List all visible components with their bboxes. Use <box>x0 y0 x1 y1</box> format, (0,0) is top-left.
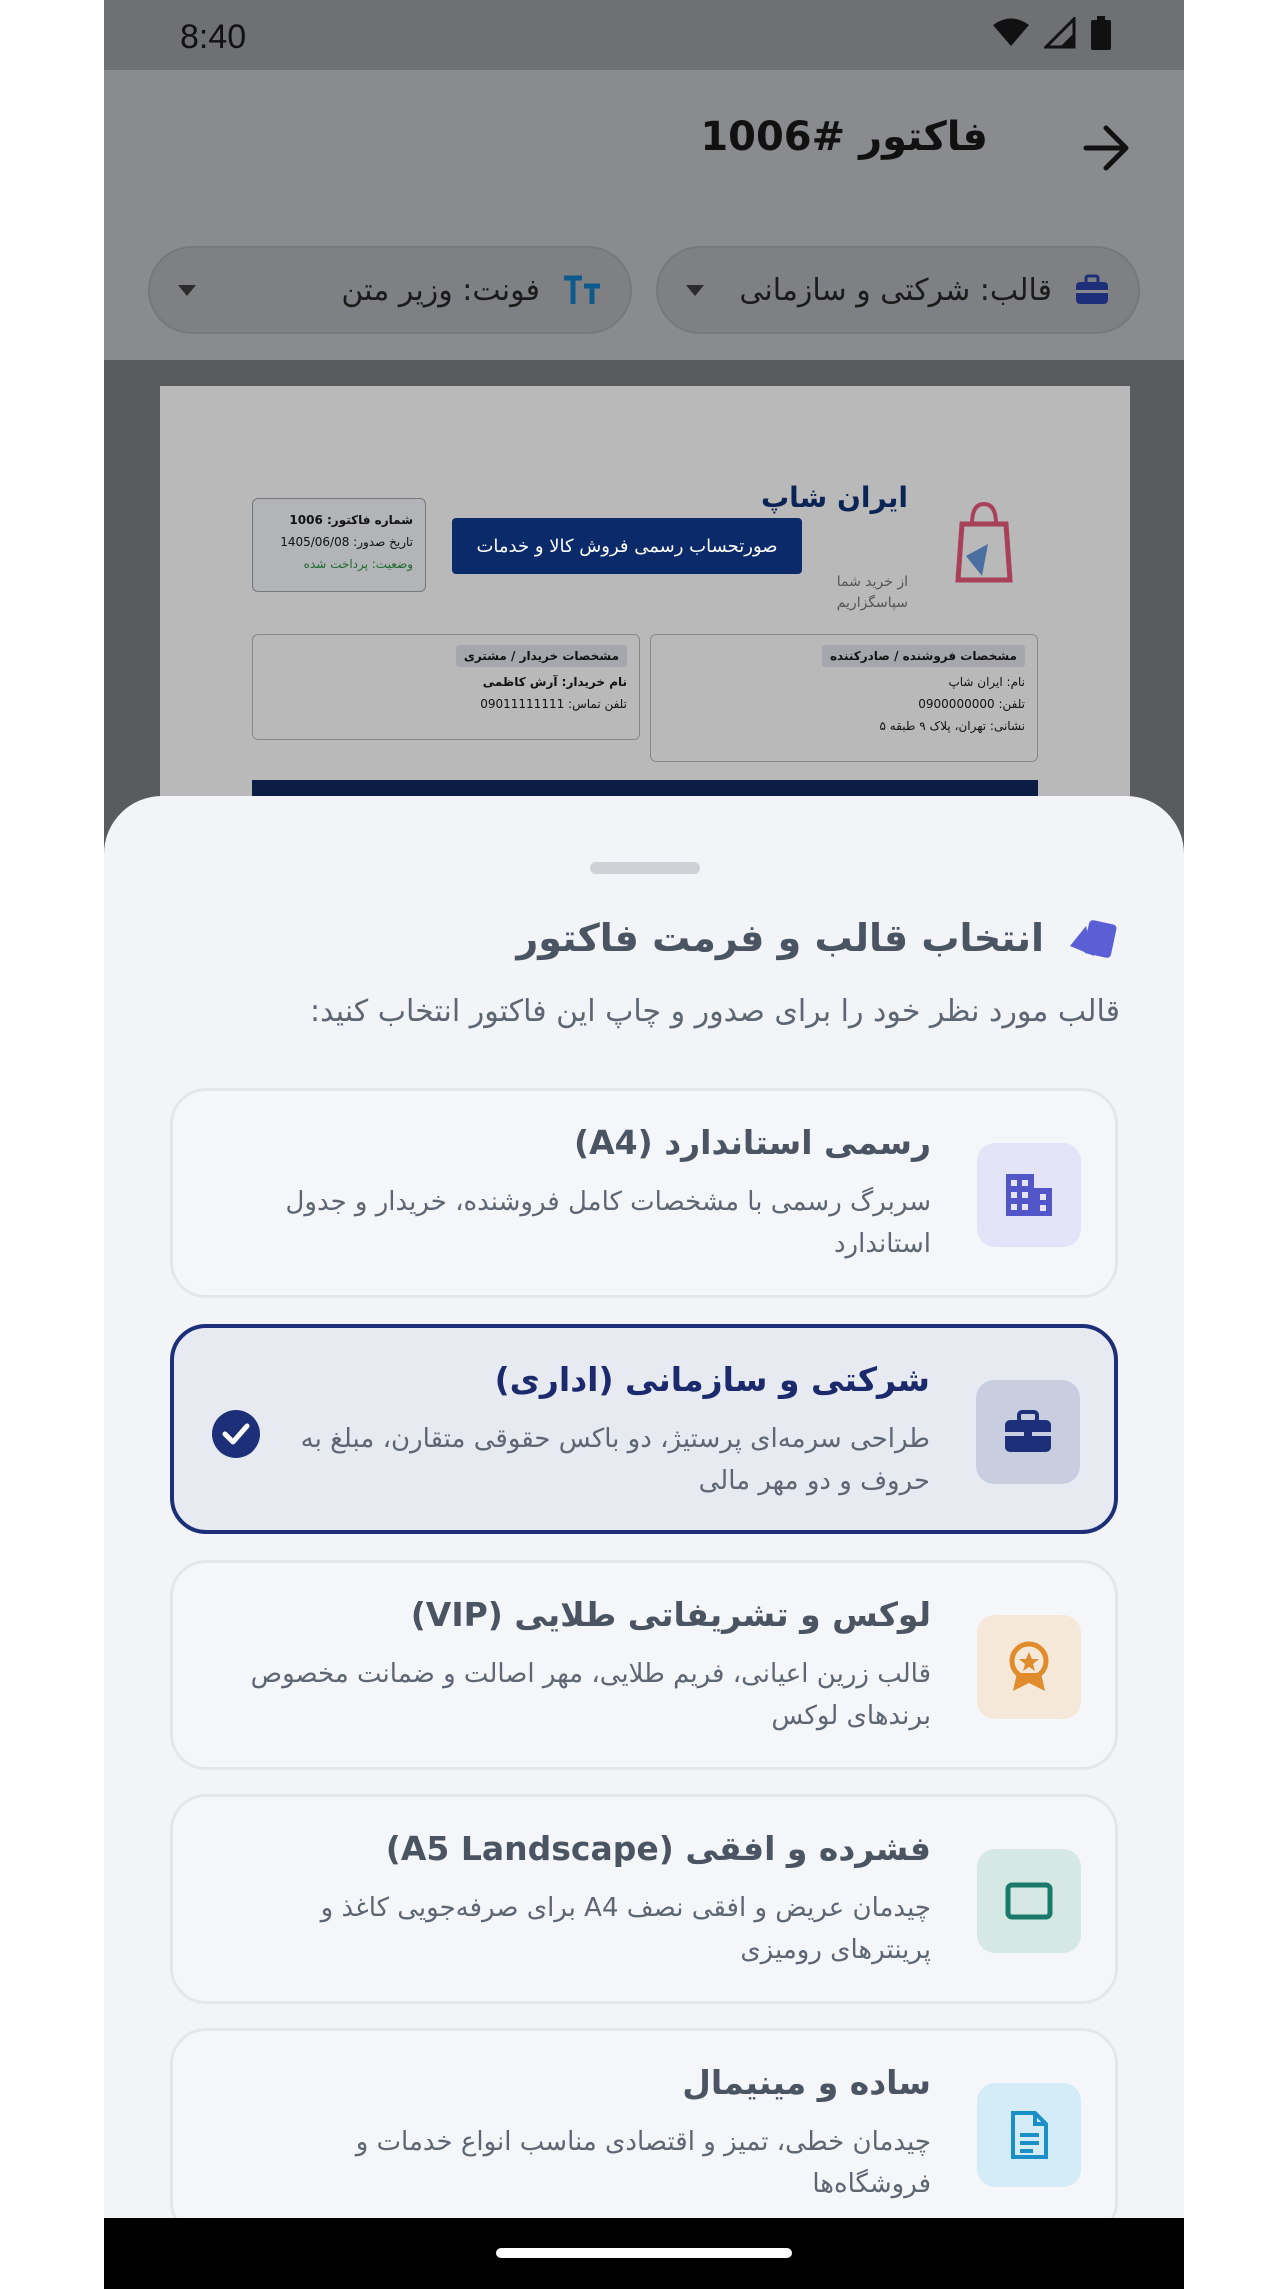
seller-address: نشانی: تهران، پلاک ۹ طبقه ۵ <box>879 719 1026 733</box>
selected-check-icon <box>212 1410 260 1458</box>
option-description: چیدمان عریض و افقی نصف A4 برای صرفه‌جویی… <box>320 1893 931 1965</box>
invoice-preview: ایران شاپ از خرید شما سپاسگزاریم صورتحسا… <box>104 360 1184 906</box>
system-nav-bar <box>104 2218 1184 2289</box>
template-selector-chip[interactable]: قالب: شرکتی و سازمانی <box>656 246 1140 334</box>
sheet-subtitle: قالب مورد نظر خود را برای صدور و چاپ این… <box>309 994 1120 1029</box>
option-icon-box <box>977 1849 1081 1953</box>
home-indicator[interactable] <box>496 2248 792 2258</box>
document-icon <box>1011 2111 1048 2159</box>
status-bar: 8:40 <box>104 0 1184 70</box>
briefcase-icon <box>1005 1410 1051 1452</box>
seller-phone: تلفن: 0900000000 <box>918 697 1025 711</box>
option-description: سربرگ رسمی با مشخصات کامل فروشنده، خریدا… <box>285 1187 932 1259</box>
option-icon-box <box>976 1380 1080 1484</box>
payment-status: وضعیت: پرداخت شده <box>303 557 413 571</box>
option-icon-box <box>977 1615 1081 1719</box>
option-title: فشرده و افقی (A5 Landscape) <box>385 1829 931 1868</box>
wifi-icon <box>993 18 1029 46</box>
template-bottom-sheet: انتخاب قالب و فرمت فاکتور قالب مورد نظر … <box>104 796 1184 2238</box>
option-icon-box <box>977 2083 1081 2187</box>
option-description: طراحی سرمه‌ای پرستیژ، دو باکس حقوقی متقا… <box>300 1424 930 1496</box>
option-title: ساده و مینیمال <box>682 2063 931 2102</box>
status-icons <box>992 16 1112 50</box>
option-icon-box <box>977 1143 1081 1247</box>
text-size-icon <box>564 275 600 304</box>
seller-title: مشخصات فروشنده / صادرکننده <box>821 645 1025 667</box>
building-icon <box>1006 1174 1052 1216</box>
award-icon <box>1009 1641 1049 1691</box>
chevron-down-icon <box>178 284 196 296</box>
font-selector-chip[interactable]: فونت: وزیر متن <box>148 246 632 334</box>
option-description: قالب زرین اعیانی، فریم طلایی، مهر اصالت … <box>250 1659 931 1731</box>
seller-name: نام: ایران شاپ <box>948 675 1025 689</box>
signal-icon <box>1044 17 1076 49</box>
briefcase-icon <box>1076 274 1108 304</box>
invoice-info-box: شماره فاکتور: 1006 تاریخ صدور: 1405/06/0… <box>252 498 426 592</box>
option-title: شرکتی و سازمانی (اداری) <box>494 1360 930 1399</box>
buyer-phone: تلفن تماس: 09011111111 <box>480 697 627 711</box>
template-option-landscape[interactable]: فشرده و افقی (A5 Landscape) چیدمان عریض … <box>170 1794 1118 2004</box>
template-cards-icon <box>1070 920 1117 958</box>
chevron-down-icon <box>686 284 704 296</box>
back-arrow-icon[interactable] <box>1076 118 1136 178</box>
sheet-drag-handle[interactable] <box>590 862 700 874</box>
shopping-bag-logo-icon <box>955 501 1013 583</box>
option-title: رسمی استاندارد (A4) <box>574 1123 931 1162</box>
buyer-name: نام خریدار: آرش کاظمی <box>482 675 627 689</box>
page-title: فاکتور #1006 <box>700 114 988 160</box>
brand-tagline: از خرید شما سپاسگزاریم <box>836 574 908 611</box>
brand-name: ایران شاپ <box>761 481 908 514</box>
phone-screen: 8:40 فاکتور #1006 قالب: شرکتی و سازمانی … <box>104 0 1184 2289</box>
template-option-vip[interactable]: لوکس و تشریفاتی طلایی (VIP) قالب زرین اع… <box>170 1560 1118 1770</box>
status-time: 8:40 <box>180 18 247 56</box>
option-description: چیدمان خطی، تمیز و اقتصادی مناسب انواع خ… <box>355 2127 931 2199</box>
option-title: لوکس و تشریفاتی طلایی (VIP) <box>410 1595 931 1634</box>
invoice-banner: صورتحساب رسمی فروش کالا و خدمات <box>452 518 802 574</box>
battery-icon <box>1091 16 1111 50</box>
landscape-icon <box>1005 1882 1053 1920</box>
template-chip-label: قالب: شرکتی و سازمانی <box>739 272 1052 308</box>
buyer-title: مشخصات خریدار / مشتری <box>455 645 627 667</box>
app-bar: فاکتور #1006 قالب: شرکتی و سازمانی فونت:… <box>104 70 1184 360</box>
seller-box: مشخصات فروشنده / صادرکننده نام: ایران شا… <box>650 634 1038 762</box>
template-option-minimal[interactable]: ساده و مینیمال چیدمان خطی، تمیز و اقتصاد… <box>170 2028 1118 2238</box>
sheet-title: انتخاب قالب و فرمت فاکتور <box>516 916 1044 960</box>
font-chip-label: فونت: وزیر متن <box>341 272 540 308</box>
buyer-box: مشخصات خریدار / مشتری نام خریدار: آرش کا… <box>252 634 640 740</box>
template-option-corporate[interactable]: شرکتی و سازمانی (اداری) طراحی سرمه‌ای پر… <box>170 1324 1118 1534</box>
issue-date: تاریخ صدور: 1405/06/08 <box>280 535 413 549</box>
invoice-number: شماره فاکتور: 1006 <box>289 513 413 527</box>
template-option-standard[interactable]: رسمی استاندارد (A4) سربرگ رسمی با مشخصات… <box>170 1088 1118 1298</box>
